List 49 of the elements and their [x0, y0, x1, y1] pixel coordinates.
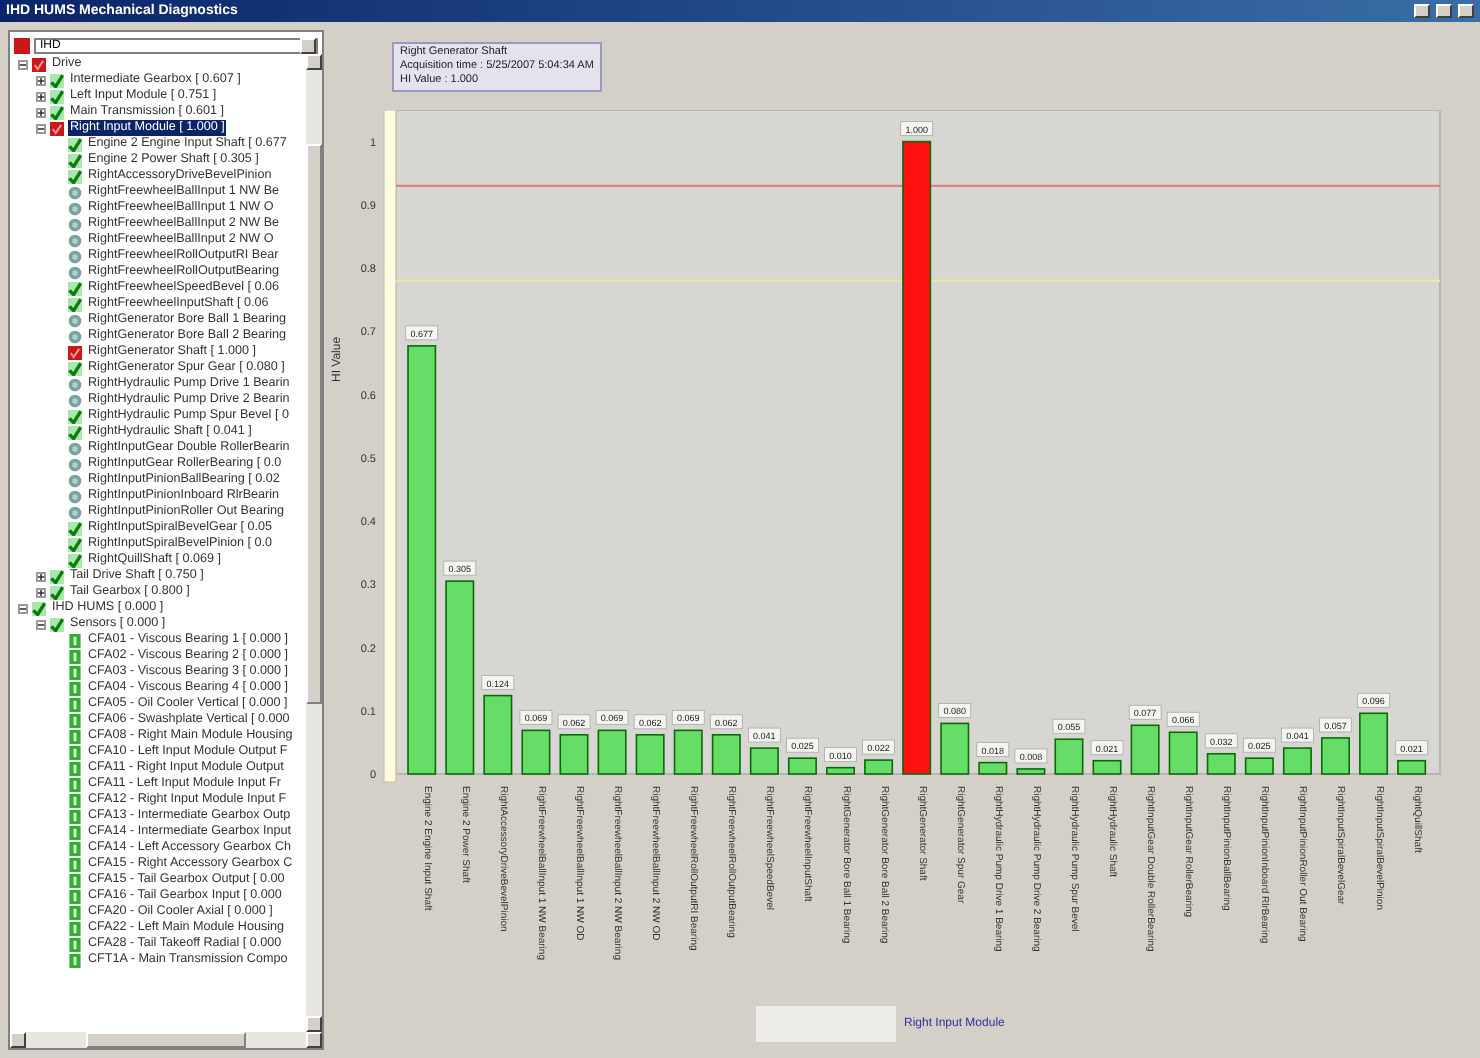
bar[interactable]: [559, 734, 589, 775]
expand-toggle[interactable]: [36, 123, 46, 133]
bar[interactable]: [1206, 752, 1236, 775]
bar[interactable]: [902, 140, 932, 775]
minimize-button[interactable]: [1414, 4, 1430, 18]
bar[interactable]: [635, 734, 665, 775]
expand-toggle[interactable]: [36, 587, 46, 597]
bar[interactable]: [521, 729, 551, 775]
bar[interactable]: [1016, 768, 1046, 775]
horizontal-scrollbar[interactable]: [10, 1032, 322, 1048]
expand-toggle[interactable]: [18, 59, 28, 69]
bar[interactable]: [1130, 724, 1160, 775]
bar[interactable]: [673, 729, 703, 775]
bar[interactable]: [826, 766, 856, 775]
check-icon: [68, 361, 82, 375]
alarm-icon: [14, 37, 30, 53]
alarm-icon: [50, 121, 64, 135]
expand-toggle[interactable]: [36, 571, 46, 581]
bar[interactable]: [445, 580, 475, 775]
bar[interactable]: [483, 694, 513, 775]
alarm-icon: [32, 57, 46, 71]
bar[interactable]: [787, 757, 817, 775]
bar[interactable]: [940, 722, 970, 775]
legend-swatch: [756, 1006, 896, 1042]
bar[interactable]: [1321, 737, 1350, 775]
bar[interactable]: [978, 761, 1008, 775]
expand-toggle[interactable]: [36, 91, 46, 101]
bar[interactable]: [749, 747, 779, 775]
vertical-scrollbar[interactable]: [306, 54, 322, 1032]
bar[interactable]: [1282, 747, 1312, 775]
expand-toggle[interactable]: [36, 619, 46, 629]
expand-toggle[interactable]: [36, 75, 46, 85]
expand-toggle[interactable]: [18, 603, 28, 613]
check-icon: [32, 601, 46, 615]
bar[interactable]: [407, 345, 437, 775]
bar[interactable]: [1168, 731, 1198, 775]
close-button[interactable]: [1458, 4, 1474, 18]
maximize-button[interactable]: [1436, 4, 1452, 18]
bar[interactable]: [711, 734, 741, 775]
check-icon: [50, 617, 64, 631]
bar[interactable]: [1359, 712, 1389, 775]
bar[interactable]: [1244, 757, 1274, 775]
alarm-icon: [68, 345, 82, 359]
expand-toggle[interactable]: [36, 107, 46, 117]
bar[interactable]: [864, 759, 894, 775]
bar[interactable]: [1054, 738, 1084, 775]
bar[interactable]: [1092, 759, 1122, 775]
bar[interactable]: [597, 729, 627, 775]
bar[interactable]: [1397, 759, 1427, 775]
